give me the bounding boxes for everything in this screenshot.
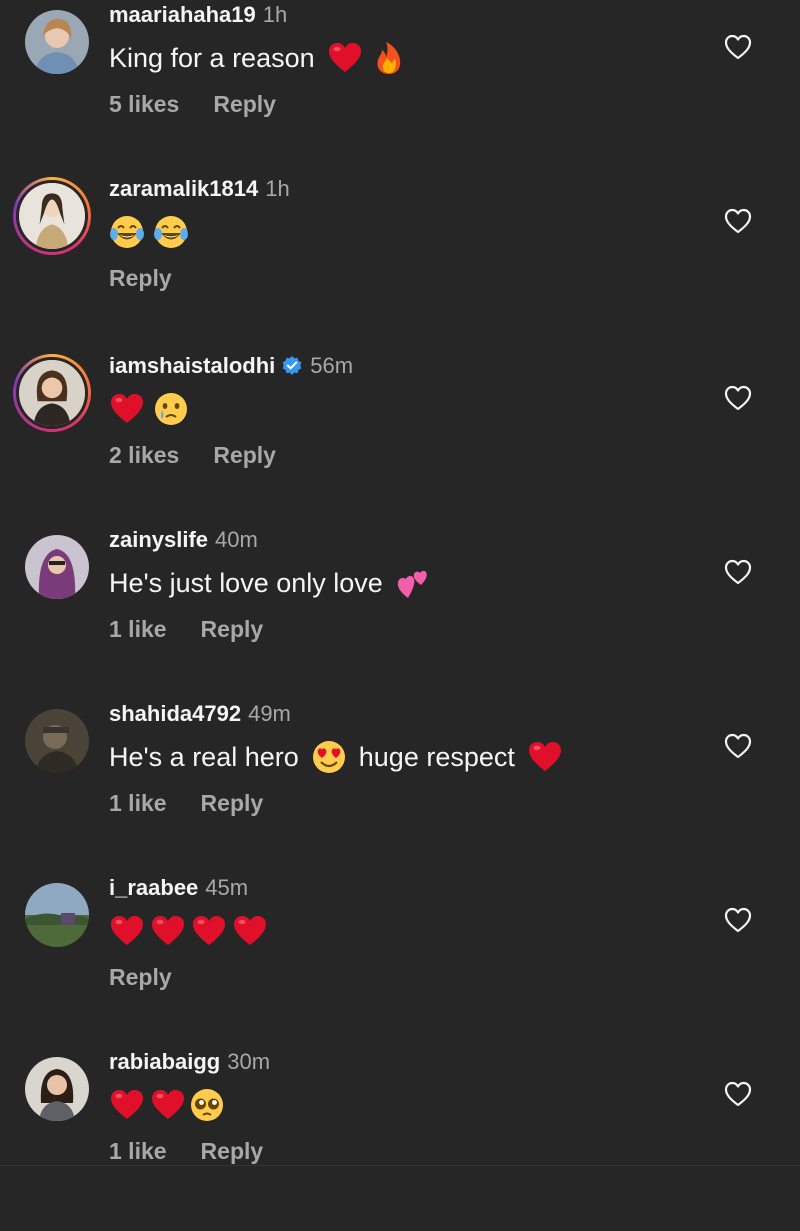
red-heart-icon (327, 40, 363, 76)
like-heart-icon[interactable] (724, 907, 752, 933)
red-heart-icon (191, 913, 227, 949)
timestamp: 56m (310, 353, 354, 378)
divider (0, 1165, 800, 1166)
reply-button[interactable]: Reply (201, 1138, 264, 1164)
username[interactable]: zainyslife (109, 525, 208, 555)
comment-text-content: He's a real hero (109, 742, 299, 772)
likes-count[interactable]: 1 like (109, 1138, 167, 1164)
pleading-face-icon (189, 1087, 225, 1123)
username[interactable]: rabiabaigg (109, 1047, 220, 1077)
like-heart-icon[interactable] (724, 34, 752, 60)
username[interactable]: zaramalik1814 (109, 174, 258, 204)
likes-count[interactable]: 1 like (109, 790, 167, 816)
avatar-story-ring[interactable] (13, 177, 91, 255)
likes-count[interactable]: 2 likes (109, 442, 179, 468)
like-heart-icon[interactable] (724, 559, 752, 585)
red-heart-icon (527, 739, 563, 775)
tears-of-joy-icon (153, 214, 189, 250)
like-heart-icon[interactable] (724, 208, 752, 234)
comment-text: King for a reason (109, 38, 415, 78)
avatar[interactable] (25, 709, 89, 773)
heart-eyes-icon (311, 739, 347, 775)
comment-text-content: King for a reason (109, 43, 315, 73)
comment-text-content: huge respect (358, 742, 515, 772)
comment-item: shahida4792 49m He's a real hero huge res… (0, 701, 800, 883)
reply-button[interactable]: Reply (109, 265, 172, 291)
verified-badge-icon (281, 355, 303, 377)
comment-text (109, 212, 197, 252)
username[interactable]: iamshaistalodhi (109, 351, 275, 381)
avatar[interactable] (25, 1057, 89, 1121)
timestamp: 49m (248, 701, 291, 726)
comment-text (109, 1085, 233, 1125)
tears-of-joy-icon (109, 214, 145, 250)
username[interactable]: shahida4792 (109, 699, 241, 729)
reply-button[interactable]: Reply (213, 91, 276, 117)
red-heart-icon (150, 913, 186, 949)
red-heart-icon (109, 913, 145, 949)
red-heart-icon (150, 1087, 186, 1123)
comment-item: zainyslife 40m He's just love only love 1… (0, 527, 800, 709)
reply-button[interactable]: Reply (213, 442, 276, 468)
red-heart-icon (109, 1087, 145, 1123)
fire-icon (371, 40, 407, 76)
like-heart-icon[interactable] (724, 733, 752, 759)
comment-item: iamshaistalodhi 56m 2 likes Reply (0, 353, 800, 535)
comment-item: i_raabee 45m Reply (0, 875, 800, 1057)
avatar[interactable] (25, 535, 89, 599)
comment-text: He's just love only love (109, 563, 439, 603)
avatar-story-ring[interactable] (13, 354, 91, 432)
timestamp: 1h (262, 2, 288, 27)
reply-button[interactable]: Reply (201, 616, 264, 642)
comment-text-content: He's just love only love (109, 568, 383, 598)
comment-item: zaramalik1814 1h Reply (0, 176, 800, 358)
likes-count[interactable]: 5 likes (109, 91, 179, 117)
like-heart-icon[interactable] (724, 385, 752, 411)
red-heart-icon (109, 391, 145, 427)
two-hearts-icon (395, 565, 431, 601)
avatar[interactable] (25, 883, 89, 947)
timestamp: 40m (215, 527, 258, 552)
avatar[interactable] (25, 10, 89, 74)
reply-button[interactable]: Reply (201, 790, 264, 816)
red-heart-icon (232, 913, 268, 949)
like-heart-icon[interactable] (724, 1081, 752, 1107)
timestamp: 1h (265, 176, 290, 201)
username[interactable]: maariahaha19 (109, 0, 256, 30)
timestamp: 30m (227, 1049, 271, 1074)
likes-count[interactable]: 1 like (109, 616, 167, 642)
comment-text (109, 389, 197, 429)
timestamp: 45m (205, 875, 249, 900)
comment-text (109, 911, 276, 951)
face-holding-back-tears-icon (153, 391, 189, 427)
comment-text: He's a real hero huge respect (109, 737, 571, 777)
username[interactable]: i_raabee (109, 873, 198, 903)
comment-item: maariahaha19 1h King for a reason 5 likes… (0, 2, 800, 184)
comment-item: rabiabaigg 30m 1 like Reply (0, 1049, 800, 1231)
reply-button[interactable]: Reply (109, 964, 172, 990)
